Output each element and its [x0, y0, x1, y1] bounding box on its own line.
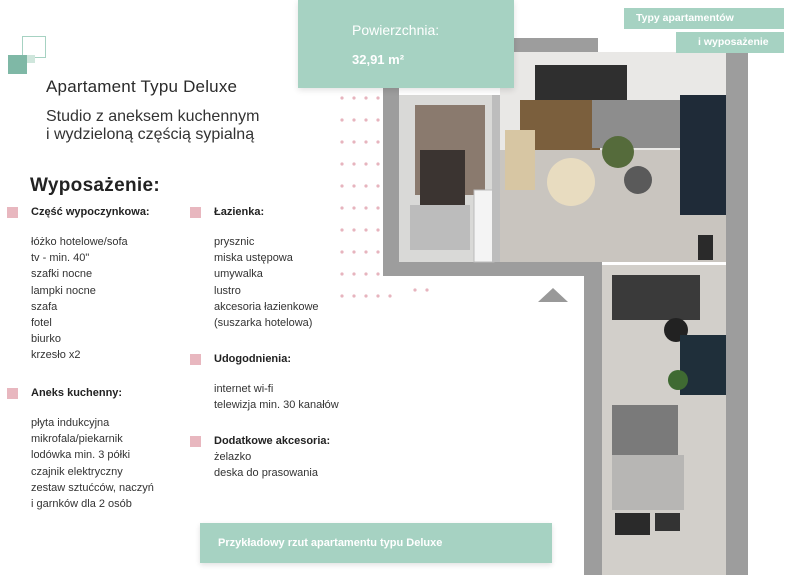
decor-dot [352, 250, 356, 254]
decor-dot [340, 162, 344, 166]
bathroom-area [399, 95, 500, 263]
decor-dot [376, 96, 380, 100]
decor-dot [364, 118, 368, 122]
decor-dot [364, 184, 368, 188]
decor-dot [364, 140, 368, 144]
decor-dot [413, 288, 417, 292]
decor-dot [376, 118, 380, 122]
decor-dot [376, 272, 380, 276]
area-value: 32,91 m² [352, 52, 405, 67]
triangle-up-icon [538, 288, 568, 302]
living-kitchen-area [500, 52, 726, 262]
decor-dot [340, 96, 344, 100]
decor-dot [364, 294, 368, 298]
decor-dot [340, 184, 344, 188]
decor-dot [352, 206, 356, 210]
caption-text: Przykładowy rzut apartamentu typu Deluxe [218, 537, 443, 549]
equipment-tag[interactable]: i wyposażenie [676, 32, 784, 53]
decor-dot [376, 140, 380, 144]
decor-dot [352, 228, 356, 232]
decor-dot [388, 294, 392, 298]
decor-dot [364, 206, 368, 210]
tag-line-2: i wyposażenie [698, 36, 769, 48]
decor-dot [340, 140, 344, 144]
apartment-types-tag[interactable]: Typy apartamentów [624, 8, 784, 29]
decor-dot [352, 294, 356, 298]
decor-dot [376, 228, 380, 232]
decor-dot [340, 206, 344, 210]
decor-dot [376, 250, 380, 254]
decor-dot [352, 272, 356, 276]
area-info-box: Powierzchnia: 32,91 m² [298, 0, 514, 88]
decor-dot [352, 96, 356, 100]
decor-dot [340, 118, 344, 122]
decor-dot [340, 228, 344, 232]
bedroom-area [602, 235, 726, 575]
decor-dot [364, 250, 368, 254]
decor-dot [364, 272, 368, 276]
decor-dot [425, 288, 429, 292]
decor-dot [376, 294, 380, 298]
decor-dot [376, 162, 380, 166]
decor-dot [340, 294, 344, 298]
tag-line-1: Typy apartamentów [636, 12, 734, 24]
decor-dot [376, 184, 380, 188]
decor-dot [352, 118, 356, 122]
decor-dot [364, 96, 368, 100]
decor-dot [364, 228, 368, 232]
decor-dot [340, 272, 344, 276]
decor-dot [364, 162, 368, 166]
decor-dot [352, 162, 356, 166]
decor-dot [340, 250, 344, 254]
decor-dot [352, 184, 356, 188]
decor-dot [376, 206, 380, 210]
decor-dot [352, 140, 356, 144]
plan-caption: Przykładowy rzut apartamentu typu Deluxe [200, 523, 552, 563]
area-label: Powierzchnia: [352, 22, 440, 38]
